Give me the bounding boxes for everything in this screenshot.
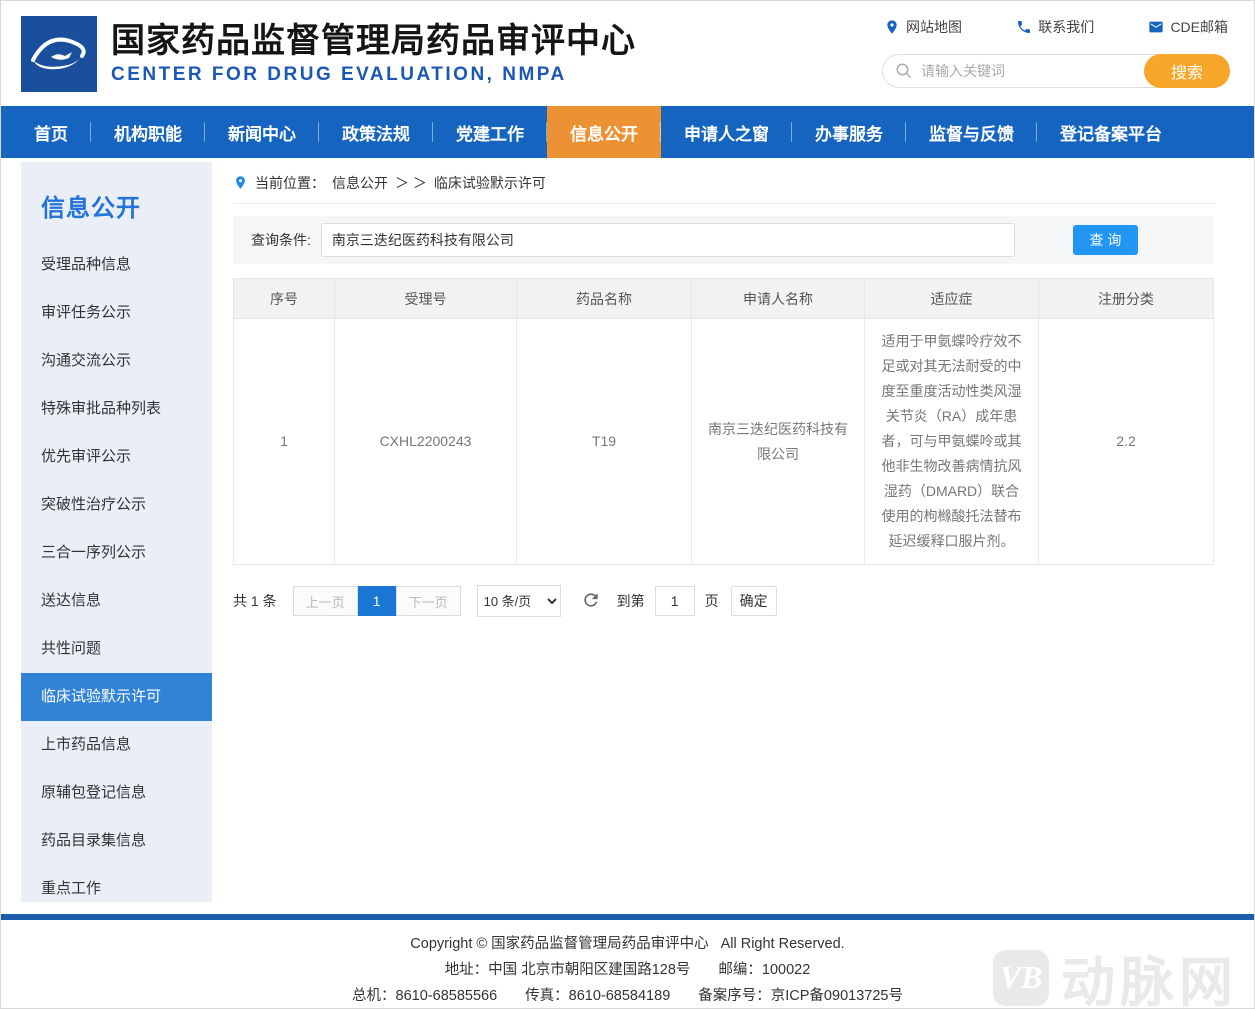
phone-icon: [1016, 19, 1032, 35]
cde-mail-link[interactable]: CDE邮箱: [1148, 17, 1228, 37]
header-acceptance-no: 受理号: [335, 279, 517, 319]
footer-fax: 传真：8610-68584189: [525, 983, 670, 1009]
query-label: 查询条件:: [251, 230, 311, 250]
query-button[interactable]: 查 询: [1073, 225, 1138, 255]
sidebar-item-marketed-drugs[interactable]: 上市药品信息: [21, 721, 212, 769]
footer-icp: 备案序号：京ICP备09013725号: [698, 983, 903, 1009]
nav-item-supervision[interactable]: 监督与反馈: [906, 106, 1037, 158]
sitemap-link[interactable]: 网站地图: [884, 17, 962, 37]
search-icon: [895, 62, 913, 80]
goto-confirm-button[interactable]: 确定: [731, 586, 777, 616]
table-header-row: 序号 受理号 药品名称 申请人名称 适应症 注册分类: [234, 279, 1214, 319]
contact-link[interactable]: 联系我们: [1016, 17, 1094, 37]
breadcrumb-section[interactable]: 信息公开: [332, 173, 388, 193]
site-subtitle: CENTER FOR DRUG EVALUATION, NMPA: [111, 64, 636, 86]
cell-drug-name: T19: [517, 319, 692, 565]
prev-page-button[interactable]: 上一页: [293, 586, 358, 616]
sidebar-item-common-issues[interactable]: 共性问题: [21, 625, 212, 673]
refresh-icon: [581, 590, 601, 610]
contact-label: 联系我们: [1038, 17, 1094, 37]
site-title-block: 国家药品监督管理局药品审评中心 CENTER FOR DRUG EVALUATI…: [111, 21, 636, 87]
cell-registration-class: 2.2: [1039, 319, 1214, 565]
header-right: 网站地图 联系我们 CDE邮箱 搜索: [882, 17, 1230, 88]
footer-phone: 总机：8610-68585566: [352, 983, 497, 1009]
goto-page-label: 到第: [617, 591, 645, 611]
sidebar-item-excipient-registration[interactable]: 原辅包登记信息: [21, 769, 212, 817]
cell-acceptance-no: CXHL2200243: [335, 319, 517, 565]
nav-item-applicant-window[interactable]: 申请人之窗: [661, 106, 792, 158]
goto-page-input[interactable]: [655, 586, 695, 616]
vcbeat-watermark: VB 动脉网: [993, 938, 1238, 1009]
sidebar-item-clinical-trial-implied-license[interactable]: 临床试验默示许可: [21, 673, 212, 721]
header: 国家药品监督管理局药品审评中心 CENTER FOR DRUG EVALUATI…: [1, 1, 1254, 106]
breadcrumb-prefix: 当前位置：: [255, 173, 325, 193]
sidebar: 信息公开 受理品种信息 审评任务公示 沟通交流公示 特殊审批品种列表 优先审评公…: [21, 162, 212, 902]
pagination: 共 1 条 上一页 1 下一页 10 条/页 到第 页 确定: [233, 585, 1214, 617]
main: 信息公开 受理品种信息 审评任务公示 沟通交流公示 特殊审批品种列表 优先审评公…: [1, 158, 1254, 914]
cell-indication: 适用于甲氨蝶呤疗效不足或对其无法耐受的中度至重度活动性类风湿关节炎（RA）成年患…: [865, 319, 1039, 565]
header-indication: 适应症: [865, 279, 1039, 319]
sidebar-item-accepted-varieties[interactable]: 受理品种信息: [21, 241, 212, 289]
sidebar-item-priority-review[interactable]: 优先审评公示: [21, 433, 212, 481]
cell-seq: 1: [234, 319, 335, 565]
nav-item-home[interactable]: 首页: [11, 106, 91, 158]
footer: Copyright © 国家药品监督管理局药品审评中心 All Right Re…: [1, 920, 1254, 1009]
sidebar-item-special-approval[interactable]: 特殊审批品种列表: [21, 385, 212, 433]
header-registration-class: 注册分类: [1039, 279, 1214, 319]
cde-logo-icon: [21, 16, 97, 92]
sidebar-title: 信息公开: [21, 162, 212, 241]
sidebar-item-key-work[interactable]: 重点工作: [21, 865, 212, 913]
footer-zipcode: 邮编：100022: [718, 957, 810, 983]
sitemap-label: 网站地图: [906, 17, 962, 37]
quick-links: 网站地图 联系我们 CDE邮箱: [882, 17, 1230, 37]
nav-item-registration-platform[interactable]: 登记备案平台: [1037, 106, 1185, 158]
sidebar-item-three-in-one[interactable]: 三合一序列公示: [21, 529, 212, 577]
breadcrumb: 当前位置： 信息公开 ＞ ＞ 临床试验默示许可: [233, 162, 1214, 204]
nav-item-policies[interactable]: 政策法规: [319, 106, 433, 158]
table-row: 1 CXHL2200243 T19 南京三迭纪医药科技有限公司 适用于甲氨蝶呤疗…: [234, 319, 1214, 565]
cde-mail-label: CDE邮箱: [1170, 17, 1228, 37]
sidebar-item-delivery-info[interactable]: 送达信息: [21, 577, 212, 625]
page-size-select[interactable]: 10 条/页: [477, 585, 561, 617]
breadcrumb-separator: ＞ ＞: [395, 173, 427, 193]
header-drug-name: 药品名称: [517, 279, 692, 319]
sidebar-item-breakthrough-therapy[interactable]: 突破性治疗公示: [21, 481, 212, 529]
cell-applicant: 南京三迭纪医药科技有限公司: [692, 319, 865, 565]
nav-item-services[interactable]: 办事服务: [792, 106, 906, 158]
nav-item-info-disclosure[interactable]: 信息公开: [547, 106, 661, 158]
nav-item-party[interactable]: 党建工作: [433, 106, 547, 158]
nav-item-news[interactable]: 新闻中心: [205, 106, 319, 158]
page-1-button[interactable]: 1: [358, 586, 396, 616]
page-unit-label: 页: [705, 591, 719, 611]
pagination-total: 共 1 条: [233, 591, 277, 611]
location-pin-icon: [884, 19, 900, 35]
site-title: 国家药品监督管理局药品审评中心: [111, 21, 636, 62]
vcbeat-watermark-text: 动脉网: [1061, 938, 1238, 1009]
sidebar-item-communication[interactable]: 沟通交流公示: [21, 337, 212, 385]
footer-address: 地址：中国 北京市朝阳区建国路128号: [445, 957, 691, 983]
header-seq: 序号: [234, 279, 335, 319]
site-search: 搜索: [882, 54, 1230, 88]
refresh-button[interactable]: [579, 589, 603, 613]
location-pin-icon: [233, 175, 248, 190]
sidebar-item-drug-catalog[interactable]: 药品目录集信息: [21, 817, 212, 865]
query-panel: 查询条件: 查 询: [233, 216, 1214, 264]
vcbeat-logo-icon: VB: [993, 950, 1049, 1006]
search-button[interactable]: 搜索: [1144, 54, 1230, 88]
query-input[interactable]: [321, 223, 1015, 257]
nav-item-functions[interactable]: 机构职能: [91, 106, 205, 158]
header-applicant: 申请人名称: [692, 279, 865, 319]
footer-copyright: Copyright © 国家药品监督管理局药品审评中心: [410, 931, 708, 957]
content: 当前位置： 信息公开 ＞ ＞ 临床试验默示许可 查询条件: 查 询 序号: [233, 162, 1214, 914]
results-table: 序号 受理号 药品名称 申请人名称 适应症 注册分类 1 CXHL2200243…: [233, 278, 1214, 565]
sidebar-item-review-tasks[interactable]: 审评任务公示: [21, 289, 212, 337]
next-page-button[interactable]: 下一页: [396, 586, 461, 616]
mail-icon: [1148, 19, 1164, 35]
main-nav: 首页 机构职能 新闻中心 政策法规 党建工作 信息公开 申请人之窗 办事服务 监…: [1, 106, 1254, 158]
breadcrumb-current: 临床试验默示许可: [434, 173, 546, 193]
footer-rights: All Right Reserved.: [721, 931, 845, 957]
page: 国家药品监督管理局药品审评中心 CENTER FOR DRUG EVALUATI…: [0, 0, 1255, 1009]
